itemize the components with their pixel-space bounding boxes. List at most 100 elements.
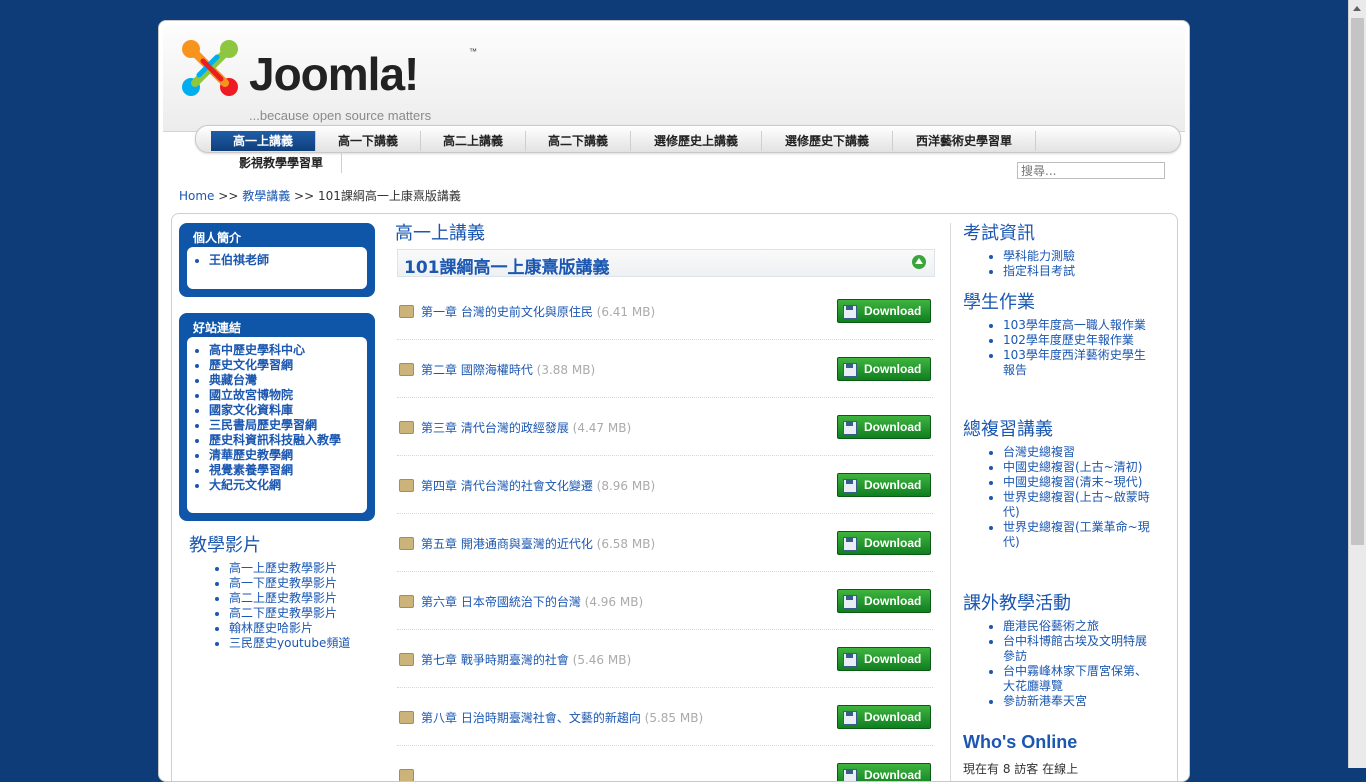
link-history-center[interactable]: 高中歷史學科中心 xyxy=(209,343,367,358)
video-link-grade11-first[interactable]: 高二上歷史教學影片 xyxy=(229,591,350,606)
breadcrumb-current: 101課綱高一上康熹版講義 xyxy=(317,189,461,203)
video-link-grade10-second[interactable]: 高一下歷史教學影片 xyxy=(229,576,350,591)
link-national-culture-db[interactable]: 國家文化資料庫 xyxy=(209,403,367,418)
category-header: 101課綱高一上康熹版講義 xyxy=(397,249,935,278)
homework-link-103-art[interactable]: 103學年度西洋藝術史學生報告 xyxy=(1003,348,1151,378)
menu-item-elective-history-first[interactable]: 選修歷史上講義 xyxy=(631,131,762,151)
profile-list: 王伯祺老師 xyxy=(187,253,367,268)
profile-link-teacher[interactable]: 王伯祺老師 xyxy=(209,253,367,268)
floppy-disk-icon xyxy=(843,537,857,551)
menu-item-grade10-second[interactable]: 高一下講義 xyxy=(316,131,421,151)
document-size: (4.96 MB) xyxy=(584,595,644,609)
document-name: 第五章 開港通商與臺灣的近代化 xyxy=(421,537,593,551)
category-title: 101課綱高一上康熹版講義 xyxy=(404,258,610,278)
link-sanmin-history[interactable]: 三民書局歷史學習網 xyxy=(209,418,367,433)
file-icon xyxy=(399,479,414,492)
search-input[interactable] xyxy=(1017,162,1165,179)
activity-link-wufeng[interactable]: 台中霧峰林家下厝宮保第、大花廳導覽 xyxy=(1003,664,1151,694)
download-label: Download xyxy=(864,652,922,666)
activity-link-lukang[interactable]: 鹿港民俗藝術之旅 xyxy=(1003,619,1151,634)
links-module-body: 高中歷史學科中心 歷史文化學習網 典藏台灣 國立故宮博物院 國家文化資料庫 三民… xyxy=(187,337,367,513)
document-size: (6.58 MB) xyxy=(596,537,656,551)
document-name: 第一章 台灣的史前文化與原住民 xyxy=(421,305,593,319)
document-link[interactable]: 第七章 戰爭時期臺灣的社會 (5.46 MB) xyxy=(421,651,631,668)
whos-online-title: Who's Online xyxy=(963,732,1078,752)
site-header: Joomla! ™ ...because open source matters xyxy=(163,25,1185,132)
review-link-taiwan[interactable]: 台灣史總複習 xyxy=(1003,445,1151,460)
menu-item-western-art-history[interactable]: 西洋藝術史學習單 xyxy=(893,131,1036,151)
review-link-world-modern[interactable]: 世界史總複習(工業革命~現代) xyxy=(1003,520,1151,550)
download-button[interactable]: Download xyxy=(837,763,931,781)
link-history-culture[interactable]: 歷史文化學習網 xyxy=(209,358,367,373)
download-label: Download xyxy=(864,304,922,318)
document-link[interactable]: 第四章 清代台灣的社會文化變遷 (8.96 MB) xyxy=(421,477,655,494)
floppy-disk-icon xyxy=(843,363,857,377)
breadcrumb-category-link[interactable]: 教學講義 xyxy=(242,189,290,203)
document-name: 第六章 日本帝國統治下的台灣 xyxy=(421,595,581,609)
joomla-logo[interactable]: Joomla! ™ ...because open source matters xyxy=(177,35,497,123)
link-visual-literacy[interactable]: 視覺素養學習網 xyxy=(209,463,367,478)
video-link-grade10-first[interactable]: 高一上歷史教學影片 xyxy=(229,561,350,576)
download-button[interactable]: Download xyxy=(837,531,931,555)
document-link[interactable]: 第二章 國際海權時代 (3.88 MB) xyxy=(421,361,595,378)
document-size: (6.41 MB) xyxy=(596,305,656,319)
scroll-up-arrow-icon[interactable] xyxy=(1349,0,1366,17)
document-name: 第七章 戰爭時期臺灣的社會 xyxy=(421,653,569,667)
homework-link-102-history[interactable]: 102學年度歷史年報作業 xyxy=(1003,333,1151,348)
collapse-up-icon[interactable] xyxy=(912,255,926,269)
document-row: 第七章 戰爭時期臺灣的社會 (5.46 MB) Download xyxy=(397,629,933,688)
download-button[interactable]: Download xyxy=(837,415,931,439)
vertical-scrollbar[interactable] xyxy=(1348,0,1366,768)
download-button[interactable]: Download xyxy=(837,299,931,323)
exam-link-gsat[interactable]: 學科能力測驗 xyxy=(1003,249,1151,264)
review-link-world-early[interactable]: 世界史總複習(上古~啟蒙時代) xyxy=(1003,490,1151,520)
review-link-china-modern[interactable]: 中國史總複習(清末~現代) xyxy=(1003,475,1151,490)
document-link[interactable]: 第五章 開港通商與臺灣的近代化 (6.58 MB) xyxy=(421,535,655,552)
link-palace-museum[interactable]: 國立故宮博物院 xyxy=(209,388,367,403)
menu-item-grade10-first[interactable]: 高一上講義 xyxy=(211,131,316,151)
menu-item-grade11-second[interactable]: 高二下講義 xyxy=(526,131,631,151)
file-icon xyxy=(399,537,414,550)
link-epoch-culture[interactable]: 大紀元文化網 xyxy=(209,478,367,493)
review-link-china-early[interactable]: 中國史總複習(上古~清初) xyxy=(1003,460,1151,475)
document-link[interactable]: 第一章 台灣的史前文化與原住民 (6.41 MB) xyxy=(421,303,655,320)
activity-link-xingang[interactable]: 參訪新港奉天宮 xyxy=(1003,694,1151,709)
download-button[interactable]: Download xyxy=(837,589,931,613)
file-icon xyxy=(399,595,414,608)
download-button[interactable]: Download xyxy=(837,647,931,671)
download-button[interactable]: Download xyxy=(837,357,931,381)
exam-link-ast[interactable]: 指定科目考試 xyxy=(1003,264,1151,279)
document-row: 第五章 開港通商與臺灣的近代化 (6.58 MB) Download xyxy=(397,513,933,572)
document-row: 第六章 日本帝國統治下的台灣 (4.96 MB) Download xyxy=(397,571,933,630)
breadcrumb-home-link[interactable]: Home xyxy=(179,189,214,203)
video-link-sanmin-youtube[interactable]: 三民歷史youtube頻道 xyxy=(229,636,350,651)
menu-item-elective-history-second[interactable]: 選修歷史下講義 xyxy=(762,131,893,151)
file-icon xyxy=(399,711,414,724)
homework-link-103-grade10[interactable]: 103學年度高一職人報作業 xyxy=(1003,318,1151,333)
activity-link-museum[interactable]: 台中科博館古埃及文明特展參訪 xyxy=(1003,634,1151,664)
video-link-hanlin[interactable]: 翰林歷史哈影片 xyxy=(229,621,350,636)
link-history-it[interactable]: 歷史科資訊科技融入教學 xyxy=(209,433,367,448)
document-link[interactable]: 第八章 日治時期臺灣社會、文藝的新趨向 (5.85 MB) xyxy=(421,709,703,726)
download-label: Download xyxy=(864,420,922,434)
menu-item-film-worksheet[interactable]: 影視教學學習單 xyxy=(221,153,342,173)
document-size: (5.46 MB) xyxy=(572,653,632,667)
download-label: Download xyxy=(864,536,922,550)
videos-list: 高一上歷史教學影片 高一下歷史教學影片 高二上歷史教學影片 高二下歷史教學影片 … xyxy=(211,561,350,651)
document-row: 第四章 清代台灣的社會文化變遷 (8.96 MB) Download xyxy=(397,455,933,514)
floppy-disk-icon xyxy=(843,305,857,319)
scrollbar-thumb[interactable] xyxy=(1351,18,1364,545)
profile-module-title: 個人簡介 xyxy=(193,231,242,245)
activities-list: 鹿港民俗藝術之旅 台中科博館古埃及文明特展參訪 台中霧峰林家下厝宮保第、大花廳導… xyxy=(963,619,1151,709)
document-link[interactable]: 第六章 日本帝國統治下的台灣 (4.96 MB) xyxy=(421,593,643,610)
video-link-grade11-second[interactable]: 高二下歷史教學影片 xyxy=(229,606,350,621)
document-link[interactable]: 第三章 清代台灣的政經發展 (4.47 MB) xyxy=(421,419,631,436)
download-button[interactable]: Download xyxy=(837,473,931,497)
download-button[interactable]: Download xyxy=(837,705,931,729)
document-size: (8.96 MB) xyxy=(596,479,656,493)
floppy-disk-icon xyxy=(843,711,857,725)
link-tsinghua-history[interactable]: 清華歷史教學網 xyxy=(209,448,367,463)
document-name: 第二章 國際海權時代 xyxy=(421,363,533,377)
link-taiwan-archive[interactable]: 典藏台灣 xyxy=(209,373,367,388)
menu-item-grade11-first[interactable]: 高二上講義 xyxy=(421,131,526,151)
